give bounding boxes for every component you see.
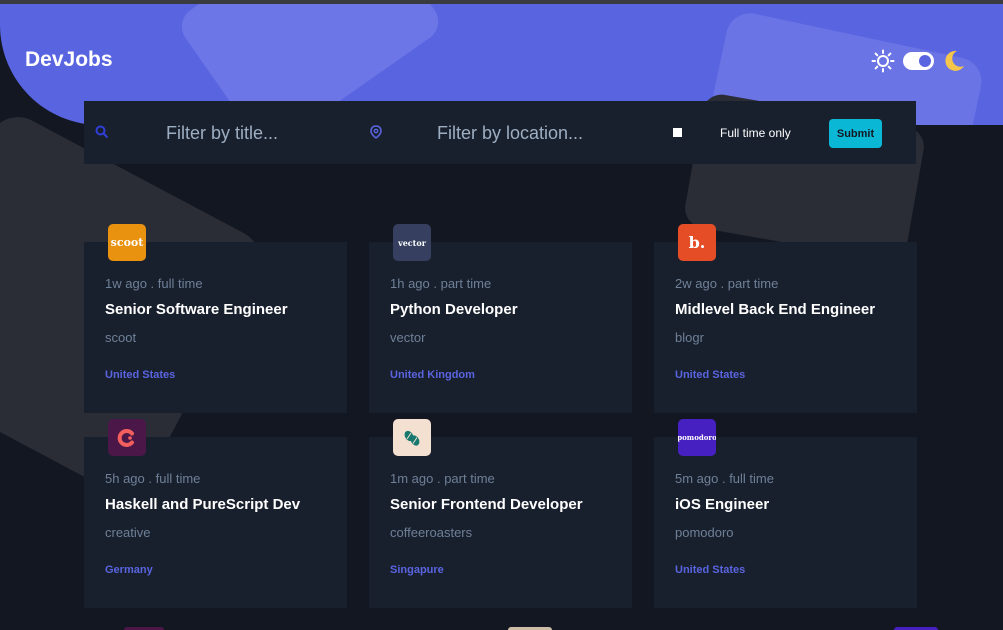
company-name: vector: [390, 330, 426, 345]
job-location: Germany: [105, 564, 153, 576]
company-name: scoot: [105, 330, 137, 345]
job-list: scoot 1w ago . full time Senior Software…: [0, 0, 1003, 630]
job-title[interactable]: Senior Frontend Developer: [390, 496, 583, 513]
location-icon: [370, 125, 382, 144]
theme-switch-knob: [919, 55, 931, 67]
job-meta: 1w ago . full time: [105, 276, 203, 291]
search-icon[interactable]: [95, 125, 109, 144]
company-logo-text: pomodoro: [678, 433, 716, 442]
company-logo-text: b.: [688, 233, 706, 252]
company-logo-text: vector: [398, 237, 426, 248]
submit-button[interactable]: Submit: [829, 119, 882, 148]
creative-logo-icon: [117, 428, 134, 447]
job-card[interactable]: pomodoro 5m ago . full time iOS Engineer…: [654, 419, 917, 608]
job-title[interactable]: Midlevel Back End Engineer: [675, 301, 875, 318]
job-card[interactable]: vector 1h ago . part time Python Develop…: [369, 224, 632, 413]
coffee-bean-logo-icon: [404, 430, 420, 446]
location-filter-input[interactable]: [437, 121, 657, 145]
company-name: pomodoro: [675, 525, 734, 540]
job-title[interactable]: Python Developer: [390, 301, 518, 318]
company-name: blogr: [675, 330, 704, 345]
company-logo: b.: [678, 224, 716, 261]
job-meta: 5m ago . full time: [675, 471, 774, 486]
company-logo: scoot: [108, 224, 146, 261]
job-card[interactable]: 1m ago . part time Senior Frontend Devel…: [369, 419, 632, 608]
job-location: United States: [675, 369, 746, 381]
job-meta: 5h ago . full time: [105, 471, 201, 486]
fulltime-checkbox[interactable]: [673, 128, 682, 137]
company-logo: pomodoro: [678, 419, 716, 456]
job-title[interactable]: Senior Software Engineer: [105, 301, 288, 318]
moon-icon: [942, 49, 966, 73]
fulltime-label: Full time only: [720, 126, 791, 140]
company-logo: vector: [393, 224, 431, 261]
job-meta: 1h ago . part time: [390, 276, 492, 291]
job-meta: 1m ago . part time: [390, 471, 495, 486]
company-logo: [108, 419, 146, 456]
app-logo[interactable]: DevJobs: [25, 48, 113, 72]
theme-toggle[interactable]: [871, 49, 966, 73]
filter-bar: Full time only Submit: [84, 101, 916, 164]
job-location: United Kingdom: [390, 369, 475, 381]
company-logo: [393, 419, 431, 456]
job-meta: 2w ago . part time: [675, 276, 779, 291]
company-name: creative: [105, 525, 151, 540]
job-card[interactable]: b. 2w ago . part time Midlevel Back End …: [654, 224, 917, 413]
company-logo-text: scoot: [110, 236, 144, 249]
sun-icon: [871, 49, 895, 73]
job-location: Singapure: [390, 564, 444, 576]
job-location: United States: [105, 369, 176, 381]
window-top-border: [0, 0, 1003, 4]
job-card[interactable]: 5h ago . full time Haskell and PureScrip…: [84, 419, 347, 608]
job-location: United States: [675, 564, 746, 576]
job-title[interactable]: Haskell and PureScript Dev: [105, 496, 300, 513]
job-title[interactable]: iOS Engineer: [675, 496, 769, 513]
theme-switch[interactable]: [903, 52, 934, 70]
job-card[interactable]: scoot 1w ago . full time Senior Software…: [84, 224, 347, 413]
company-name: coffeeroasters: [390, 525, 473, 540]
title-filter-input[interactable]: [166, 121, 366, 145]
